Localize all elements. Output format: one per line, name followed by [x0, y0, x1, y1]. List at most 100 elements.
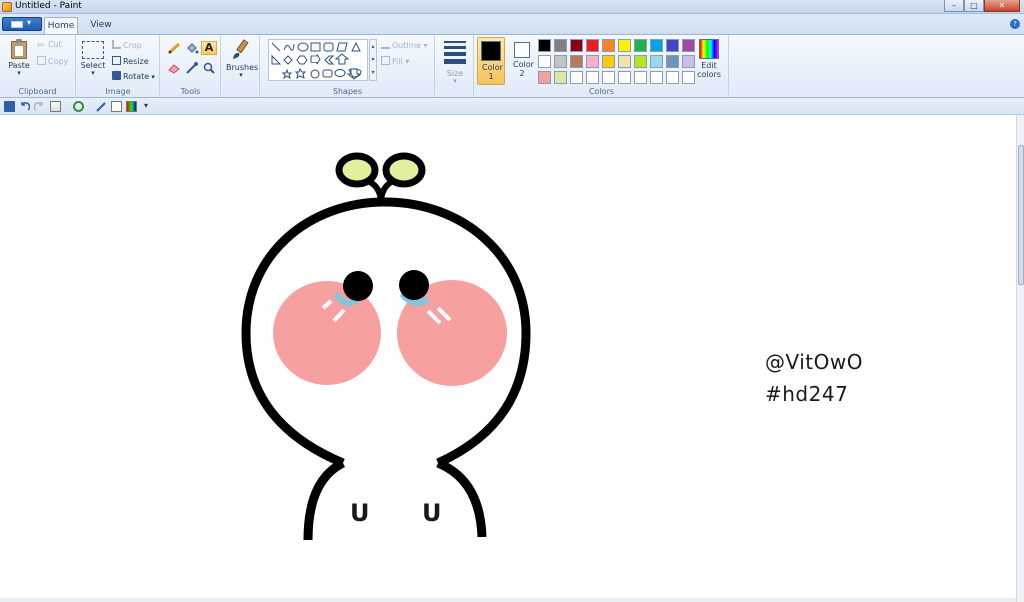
chevron-down-icon: ▾: [149, 73, 155, 81]
palette-swatch[interactable]: [666, 55, 679, 68]
text-tool-icon[interactable]: A: [201, 41, 217, 55]
tab-view[interactable]: View: [86, 17, 116, 34]
group-label-colors: Colors: [588, 87, 615, 96]
undo-icon[interactable]: [19, 101, 31, 112]
palette-swatch[interactable]: [634, 71, 647, 84]
resize-label: Resize: [123, 57, 149, 66]
ribbon: Paste ▾ ✂ Cut Copy Clipboard Select ▾ Cro…: [0, 34, 1024, 98]
rotate-button[interactable]: Rotate ▾: [112, 71, 155, 81]
palette-swatch[interactable]: [570, 71, 583, 84]
palette-swatch[interactable]: [666, 39, 679, 52]
palette-swatch[interactable]: [650, 71, 663, 84]
palette-swatch[interactable]: [554, 39, 567, 52]
palette-swatch[interactable]: [618, 55, 631, 68]
palette-swatch[interactable]: [650, 55, 663, 68]
palette-swatch[interactable]: [538, 39, 551, 52]
line-width-icon: [444, 41, 466, 64]
crop-label: Crop: [123, 41, 142, 50]
scissors-icon: ✂: [37, 41, 45, 51]
color-picker-icon[interactable]: [184, 61, 200, 75]
color1-button[interactable]: Color 1: [477, 37, 505, 85]
paste-icon: [10, 39, 28, 59]
colors-group: Color 1 Color 2 Edit colors Colors: [475, 35, 729, 98]
palette-swatch[interactable]: [682, 71, 695, 84]
outline-button[interactable]: Outline ▾: [381, 40, 428, 50]
save-icon[interactable]: [4, 101, 15, 112]
palette-swatch[interactable]: [586, 71, 599, 84]
tab-home[interactable]: Home: [44, 17, 78, 34]
cut-button[interactable]: ✂ Cut: [37, 40, 62, 51]
vertical-scrollbar[interactable]: [1016, 115, 1024, 602]
brushes-button[interactable]: Brushes ▾: [226, 39, 258, 79]
outline-pen-icon: [381, 40, 390, 49]
pencil-icon[interactable]: [166, 41, 182, 55]
paint-menu-button[interactable]: ▾: [2, 17, 42, 31]
rotate-label: Rotate: [123, 72, 150, 81]
title-bar: Untitled - Paint – □ ✕: [0, 0, 1024, 14]
chevron-down-icon: ▾: [27, 18, 32, 27]
resize-button[interactable]: Resize: [112, 56, 149, 66]
crop-button[interactable]: Crop: [112, 40, 142, 50]
paint-app-icon[interactable]: [2, 2, 12, 12]
palette-swatch[interactable]: [602, 39, 615, 52]
palette-swatch[interactable]: [538, 71, 551, 84]
paste-button[interactable]: Paste ▾: [6, 39, 32, 77]
eraser-icon[interactable]: [166, 61, 182, 75]
customize-qat-icon[interactable]: ▾: [144, 101, 155, 112]
palette-swatch[interactable]: [682, 55, 695, 68]
shapes-gallery-icons: [271, 41, 362, 80]
shapes-scroll[interactable]: ▴ ▾ ▾: [369, 39, 377, 81]
magnifier-icon[interactable]: [201, 61, 217, 75]
fill-bucket-icon[interactable]: [184, 41, 200, 55]
minimize-button[interactable]: –: [944, 0, 964, 12]
palette-swatch[interactable]: [538, 55, 551, 68]
left-arm: [303, 458, 346, 541]
color2-button[interactable]: Color 2: [508, 37, 536, 85]
color1-label: Color 1: [482, 63, 503, 81]
palette-swatch[interactable]: [602, 71, 615, 84]
close-button[interactable]: ✕: [984, 0, 1020, 12]
eyedropper-icon[interactable]: [96, 101, 107, 112]
color2-label: Color 2: [513, 60, 534, 78]
web-icon[interactable]: [73, 101, 84, 112]
select-button[interactable]: Select ▾: [80, 41, 106, 77]
maximize-button[interactable]: □: [964, 0, 984, 12]
chevron-down-icon: ▾: [239, 71, 243, 79]
group-label-image: Image: [105, 87, 131, 96]
palette-swatch[interactable]: [570, 55, 583, 68]
blank-square-icon[interactable]: [111, 101, 122, 112]
palette-swatch[interactable]: [650, 39, 663, 52]
palette-swatch[interactable]: [554, 71, 567, 84]
palette-swatch[interactable]: [682, 39, 695, 52]
copy-button[interactable]: Copy: [37, 56, 68, 66]
redo-icon[interactable]: [33, 101, 45, 112]
palette-swatch[interactable]: [586, 55, 599, 68]
right-arm: [436, 458, 487, 538]
edit-colors-label: Edit colors: [697, 61, 721, 79]
chevron-down-icon: ▾: [420, 41, 428, 50]
chevron-down-icon: ▾: [91, 69, 95, 77]
edit-colors-button[interactable]: Edit colors: [697, 39, 721, 79]
palette-swatch[interactable]: [666, 71, 679, 84]
help-icon[interactable]: ?: [1010, 19, 1020, 29]
fill-button[interactable]: Fill ▾: [381, 56, 409, 66]
palette-swatch[interactable]: [618, 39, 631, 52]
size-button[interactable]: Size ▾: [438, 39, 472, 85]
palette-swatch[interactable]: [602, 55, 615, 68]
palette-swatch[interactable]: [586, 39, 599, 52]
palette-swatch[interactable]: [634, 39, 647, 52]
palette-swatch[interactable]: [634, 55, 647, 68]
drawing-canvas[interactable]: U U @VitOwO #hd247: [0, 115, 1016, 602]
palette-swatch[interactable]: [554, 55, 567, 68]
rotate-icon: [112, 71, 121, 80]
signature-tag: #hd247: [765, 382, 849, 406]
tools-group: A Tools: [161, 35, 221, 98]
horizontal-scrollbar[interactable]: [0, 598, 1016, 602]
scroll-thumb[interactable]: [1018, 145, 1024, 285]
palette-swatch[interactable]: [570, 39, 583, 52]
palette-swatch[interactable]: [618, 71, 631, 84]
copy-label: Copy: [48, 57, 69, 66]
color-icon[interactable]: [126, 101, 137, 112]
new-image-icon[interactable]: [50, 101, 61, 112]
clipboard-group: Paste ▾ ✂ Cut Copy Clipboard: [0, 35, 76, 98]
